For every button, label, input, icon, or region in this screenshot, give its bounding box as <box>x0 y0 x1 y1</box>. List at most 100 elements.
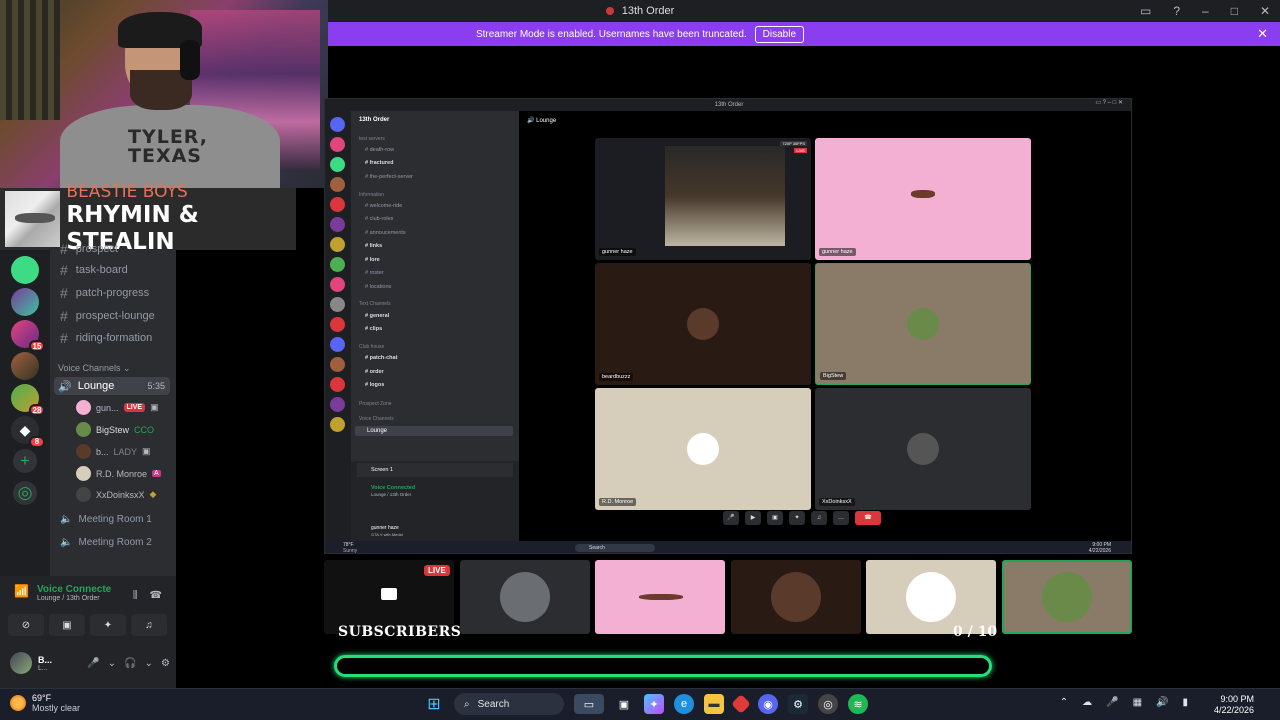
channel-item[interactable]: # logos <box>365 382 384 388</box>
server-icon[interactable] <box>330 197 345 212</box>
server-icon[interactable] <box>11 256 39 284</box>
voice-channel-lounge[interactable]: 🔊 Lounge 5:35 <box>54 377 170 395</box>
app-icon[interactable] <box>731 694 751 714</box>
network-icon[interactable]: ▦ <box>1133 697 1142 708</box>
server-icon[interactable] <box>330 177 345 192</box>
server-icon[interactable] <box>330 137 345 152</box>
category[interactable]: Prospect Zone <box>359 401 392 407</box>
activities-icon[interactable]: ✦ <box>789 511 805 525</box>
channel-item[interactable]: # order <box>365 369 384 375</box>
spotify-icon[interactable]: ≋ <box>848 694 868 714</box>
server-icon[interactable] <box>330 217 345 232</box>
camera-icon[interactable]: ▶ <box>745 511 761 525</box>
explore-icon[interactable]: ◎ <box>13 481 37 505</box>
taskbar-search[interactable]: ⌕ Search <box>454 693 564 715</box>
mic-icon[interactable]: 🎤 <box>723 511 739 525</box>
server-icon[interactable] <box>11 288 39 316</box>
microphone-icon[interactable]: 🎤 <box>87 658 99 669</box>
server-icon[interactable] <box>330 237 345 252</box>
voice-user[interactable]: R.D. Monroe A <box>76 466 161 481</box>
end-call-icon[interactable]: ☎ <box>855 511 881 525</box>
channel-item[interactable]: # locations <box>365 284 391 290</box>
disable-button[interactable]: Disable <box>754 25 805 43</box>
more-icon[interactable]: … <box>833 511 849 525</box>
channel-item[interactable]: # annoucements <box>365 230 406 236</box>
channel-item[interactable]: # roster <box>365 270 384 276</box>
channel-item[interactable]: # general <box>365 313 389 319</box>
settings-gear-icon[interactable]: ⚙ <box>161 658 170 669</box>
cloud-icon[interactable]: ☁ <box>1082 697 1092 708</box>
copilot-icon[interactable]: ✦ <box>644 694 664 714</box>
mic-icon[interactable]: 🎤 <box>1106 697 1118 708</box>
share-screen-icon[interactable]: ▣ <box>767 511 783 525</box>
server-icon[interactable] <box>330 157 345 172</box>
server-icon[interactable] <box>330 277 345 292</box>
channel-item[interactable]: # patch-chat <box>365 355 397 361</box>
soundboard-icon[interactable]: ♫ <box>811 511 827 525</box>
mini-lounge-channel[interactable]: Lounge <box>355 426 513 436</box>
task-view-icon[interactable]: ▣ <box>614 694 634 714</box>
stream-tile[interactable] <box>731 560 861 634</box>
weather-widget[interactable]: 69°F Mostly clear <box>10 693 80 713</box>
channel-item[interactable]: # welcome-ride <box>365 203 402 209</box>
help-icon[interactable]: ? <box>1173 4 1180 18</box>
category[interactable]: Text Channels <box>359 301 391 307</box>
obs-icon[interactable]: ◎ <box>818 694 838 714</box>
mini-server-name[interactable]: 13th Order <box>359 117 389 123</box>
battery-icon[interactable]: ▮ <box>1182 697 1188 708</box>
voice-user[interactable]: XxDoinksxX ◆ <box>76 487 156 502</box>
channel-item[interactable]: # clips <box>365 326 382 332</box>
video-tile[interactable]: R.D. Monroe <box>595 388 811 510</box>
close-window-icon[interactable]: ✕ <box>1260 4 1270 18</box>
channel-item[interactable]: # prospect <box>60 241 118 257</box>
server-icon[interactable] <box>330 357 345 372</box>
channel-item[interactable]: # club-roles <box>365 216 393 222</box>
screen-share-row[interactable]: Screen 1 <box>357 463 513 477</box>
video-tile[interactable]: beardbuzzz <box>595 263 811 385</box>
stream-tile[interactable] <box>460 560 590 634</box>
server-icon[interactable]: 15 <box>11 320 45 352</box>
voice-user[interactable]: b... LADY ▣ <box>76 444 151 459</box>
edge-icon[interactable]: e <box>674 694 694 714</box>
server-icon[interactable] <box>330 397 345 412</box>
stream-tile[interactable] <box>595 560 725 634</box>
channel-item[interactable]: # lore <box>365 257 380 263</box>
server-icon[interactable] <box>330 417 345 432</box>
maximize-icon[interactable]: □ <box>1231 4 1238 18</box>
steam-icon[interactable]: ⚙ <box>788 694 808 714</box>
inbox-icon[interactable]: ▭ <box>1140 4 1151 18</box>
minimize-icon[interactable]: – <box>1202 4 1209 18</box>
server-icon[interactable]: 28 <box>11 384 45 416</box>
taskbar-clock[interactable]: 9:00 PM 4/22/2026 <box>1214 694 1254 716</box>
voice-channel-meeting-2[interactable]: 🔈 Meeting Room 2 <box>60 537 152 548</box>
discord-icon[interactable]: ◉ <box>758 694 778 714</box>
channel-item[interactable]: # fractured <box>365 160 393 166</box>
mini-search[interactable]: Search <box>575 544 655 552</box>
voice-user[interactable]: BigStew CCO <box>76 422 154 437</box>
voice-user[interactable]: gun... LIVE ▣ <box>76 400 159 415</box>
volume-icon[interactable]: 🔊 <box>1156 697 1168 708</box>
voice-category[interactable]: Voice Channels ⌄ <box>58 363 131 374</box>
channel-item[interactable]: # death-row <box>365 147 394 153</box>
close-banner-icon[interactable]: ✕ <box>1257 26 1268 42</box>
chevron-down-icon[interactable]: ⌄ <box>108 658 116 669</box>
widgets-icon[interactable]: ▭ <box>574 694 604 714</box>
channel-item[interactable]: # task-board <box>60 262 128 278</box>
channel-item[interactable]: # links <box>365 243 382 249</box>
server-icon[interactable] <box>330 297 345 312</box>
video-tile[interactable]: BigStew <box>815 263 1031 385</box>
user-avatar[interactable] <box>10 652 32 674</box>
tray-chevron-icon[interactable]: ⌃ <box>1060 697 1068 708</box>
video-tile[interactable]: 720P 30FPS LIVE gunner haze <box>595 138 811 260</box>
headphones-icon[interactable]: 🎧 <box>124 658 136 669</box>
channel-item[interactable]: # patch-progress <box>60 285 149 301</box>
dice-server-icon[interactable]: ◆ 8 <box>11 416 45 448</box>
channel-item[interactable]: # the-perfect-server <box>365 174 413 180</box>
video-tile[interactable]: XxDoinksxX <box>815 388 1031 510</box>
windows-start-icon[interactable]: ⊞ <box>424 694 444 714</box>
server-icon[interactable] <box>330 377 345 392</box>
video-tile[interactable]: gunner haze <box>815 138 1031 260</box>
channel-item[interactable]: # riding-formation <box>60 330 152 346</box>
server-icon[interactable] <box>330 117 345 132</box>
stream-tile[interactable] <box>866 560 996 634</box>
